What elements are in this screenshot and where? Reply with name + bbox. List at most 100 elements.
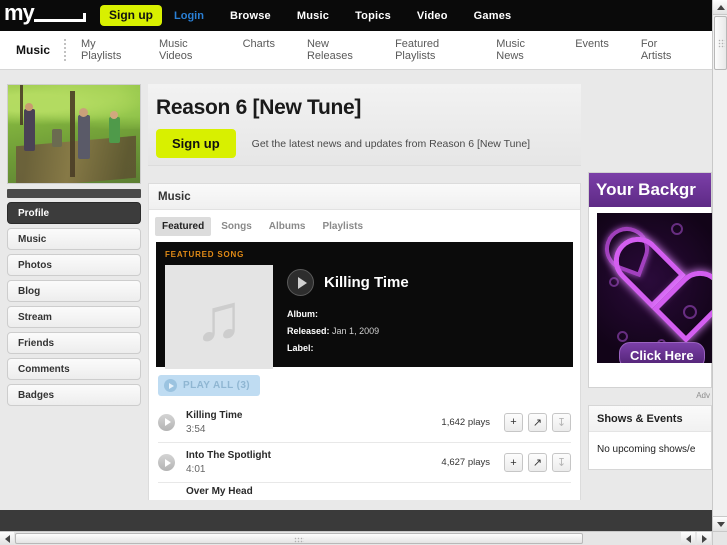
add-to-playlist-button[interactable]: + [504,453,523,472]
featured-label-label: Label: [287,343,314,353]
topnav-item-video[interactable]: Video [417,10,448,22]
album-art-placeholder: ♫ [165,265,273,369]
ad-image: Click Here [597,213,713,363]
subnav-item-for-artists[interactable]: For Artists [641,38,680,62]
scroll-right-arrow[interactable] [697,532,711,545]
table-row[interactable]: Over My Head [158,482,571,500]
download-icon[interactable]: ↧ [552,453,571,472]
subnav-divider [64,39,67,61]
sidebar-item-profile[interactable]: Profile [7,202,141,224]
login-link[interactable]: Login [174,10,204,22]
sidebar-item-music[interactable]: Music [7,228,141,250]
track-title: Killing Time [186,409,243,421]
subnav-item-featured-playlists[interactable]: Featured Playlists [395,38,464,62]
subnav-primary-music[interactable]: Music [16,43,50,57]
sidebar-item-comments[interactable]: Comments [7,358,141,380]
sidebar-item-friends[interactable]: Friends [7,332,141,354]
horizontal-scrollbar[interactable] [0,531,712,545]
sidebar-item-photos[interactable]: Photos [7,254,141,276]
tab-featured[interactable]: Featured [155,217,212,236]
table-row[interactable]: Killing Time 3:54 1,642 plays + ↗ ↧ [158,402,571,442]
photo-tree-trunk [70,91,75,177]
right-sidebar: Your Backgr Click Here Adv Shows & Event… [588,172,713,470]
featured-song-title-row: Killing Time [287,269,409,296]
track-title: Into The Spotlight [186,450,271,461]
photo-person-1-head [25,103,33,111]
signup-button-top[interactable]: Sign up [100,5,162,26]
hero-action-row: Sign up Get the latest news and updates … [156,129,581,158]
topnav-item-topics[interactable]: Topics [355,10,391,22]
sidebar-item-blog[interactable]: Blog [7,280,141,302]
download-icon[interactable]: ↧ [552,412,571,432]
subnav-item-music-videos[interactable]: Music Videos [159,38,211,62]
ad-click-here-button[interactable]: Click Here [619,342,705,363]
featured-released-value: Jan 1, 2009 [332,326,380,336]
table-row[interactable]: Into The Spotlight 4:01 4,627 plays + ↗ … [158,442,571,482]
share-icon[interactable]: ↗ [528,453,547,472]
track-play-button[interactable] [158,413,175,431]
tab-playlists[interactable]: Playlists [315,217,370,236]
music-note-icon: ♫ [194,280,244,354]
topnav-item-browse[interactable]: Browse [230,10,271,22]
vertical-scrollbar[interactable] [712,0,727,531]
play-all-icon [164,379,177,392]
track-info: Into The Spotlight 4:01 [186,450,441,475]
sidebar-item-badges[interactable]: Badges [7,384,141,406]
scrollbar-grip [718,39,725,48]
track-title: Over My Head [186,486,253,497]
sidebar-menu: Profile Music Photos Blog Stream Friends… [7,202,141,406]
vertical-scrollbar-thumb[interactable] [714,16,727,70]
sidebar-item-stream[interactable]: Stream [7,306,141,328]
profile-photo[interactable] [7,84,141,184]
subnav-item-events[interactable]: Events [575,38,609,62]
track-info: Killing Time 3:54 [186,410,441,435]
scroll-down-arrow[interactable] [713,516,727,531]
share-icon[interactable]: ↗ [528,412,547,432]
featured-song-meta: Album: Released: Jan 1, 2009 Label: [287,309,409,353]
photo-person-3 [52,129,62,147]
track-duration: 3:54 [186,423,206,435]
play-all-button[interactable]: PLAY ALL (3) [158,375,261,396]
topnav-item-music[interactable]: Music [297,10,329,22]
ad-headline-bar: Your Backgr [589,173,711,207]
advertisement-box[interactable]: Your Backgr Click Here [588,172,713,388]
featured-album-label: Album: [287,309,318,319]
play-button-featured[interactable] [287,269,314,296]
featured-song-title: Killing Time [324,274,409,291]
ad-heart-large [615,241,689,315]
scroll-left-arrow[interactable] [0,532,14,545]
scroll-up-arrow[interactable] [713,0,727,15]
subnav-items: My Playlists Music Videos Charts New Rel… [81,38,712,62]
track-duration: 4:01 [186,464,206,475]
logo-tick [83,12,86,22]
play-icon [164,458,171,467]
myspace-logo[interactable]: my [4,0,90,28]
subnav-item-my-playlists[interactable]: My Playlists [81,38,127,62]
photo-person-2 [78,115,90,159]
tab-songs[interactable]: Songs [214,217,259,236]
music-panel-heading: Music [149,184,580,210]
profile-subtitle: Get the latest news and updates from Rea… [251,137,531,150]
signup-button-hero[interactable]: Sign up [156,129,236,158]
music-tabs: Featured Songs Albums Playlists [149,210,580,242]
photo-caption-bar [7,189,141,198]
add-to-playlist-button[interactable]: + [504,412,523,432]
track-list: Killing Time 3:54 1,642 plays + ↗ ↧ Into… [149,396,580,500]
topnav-item-games[interactable]: Games [474,10,512,22]
tab-albums[interactable]: Albums [262,217,313,236]
photo-person-2-head [79,108,88,117]
subnav-item-new-releases[interactable]: New Releases [307,38,363,62]
subnav-item-music-news[interactable]: Music News [496,38,543,62]
subnav-item-charts[interactable]: Charts [243,38,275,62]
ad-disclosure-label: Adv [696,391,710,400]
scroll-right-arrow-inner[interactable] [681,532,695,545]
logo-text: my [4,0,35,25]
ad-footer-space [589,363,711,387]
horizontal-scrollbar-thumb[interactable] [15,533,583,544]
shows-events-empty-message: No upcoming shows/e [597,444,696,455]
top-navigation-bar: my Sign up Login Browse Music Topics Vid… [0,0,712,31]
play-all-wrapper: PLAY ALL (3) [149,367,580,396]
featured-album-row: Album: [287,309,409,319]
track-play-button[interactable] [158,454,175,471]
ad-headline: Your Backgr [596,180,696,199]
